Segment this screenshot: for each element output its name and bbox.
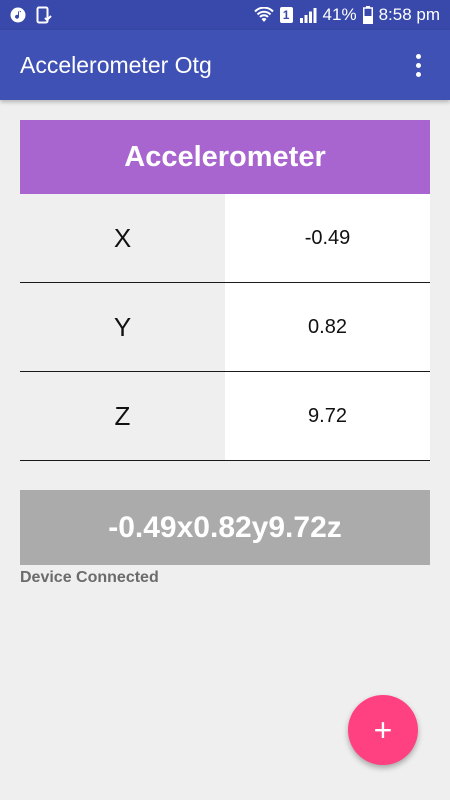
axis-row-y: Y 0.82: [20, 283, 430, 372]
battery-icon: [362, 6, 373, 24]
axis-value-y: 0.82: [225, 283, 430, 371]
music-note-icon: [10, 7, 26, 23]
plus-icon: +: [373, 711, 393, 748]
screen: 1 41% 8:58 pm Accelerometer Otg Accelero…: [0, 0, 450, 800]
accelerometer-panel: Accelerometer X -0.49 Y 0.82 Z 9.72: [20, 120, 430, 461]
axis-row-z: Z 9.72: [20, 372, 430, 461]
wifi-icon: [253, 7, 274, 23]
combined-reading: -0.49x0.82y9.72z: [20, 490, 430, 565]
axis-label-x: X: [113, 222, 132, 253]
app-title: Accelerometer Otg: [20, 51, 212, 78]
clock: 8:58 pm: [378, 5, 440, 24]
axis-row-x: X -0.49: [20, 194, 430, 283]
status-bar: 1 41% 8:58 pm: [0, 0, 450, 30]
status-right: 1 41% 8:58 pm: [253, 5, 440, 25]
add-button[interactable]: +: [348, 695, 418, 765]
axis-label-z: Z: [114, 400, 131, 431]
connection-status: Device Connected: [20, 569, 159, 586]
signal-icon: [299, 7, 317, 23]
axis-label-y: Y: [113, 311, 132, 342]
sim-icon: 1: [279, 7, 293, 23]
notification-icon: [36, 6, 52, 24]
axis-value-x: -0.49: [225, 194, 430, 282]
panel-title: Accelerometer: [20, 120, 430, 194]
overflow-menu-icon[interactable]: [406, 45, 430, 85]
axis-value-z: 9.72: [225, 372, 430, 460]
app-bar: Accelerometer Otg: [0, 30, 450, 100]
battery-percent: 41%: [322, 5, 357, 24]
status-left: [10, 6, 52, 24]
